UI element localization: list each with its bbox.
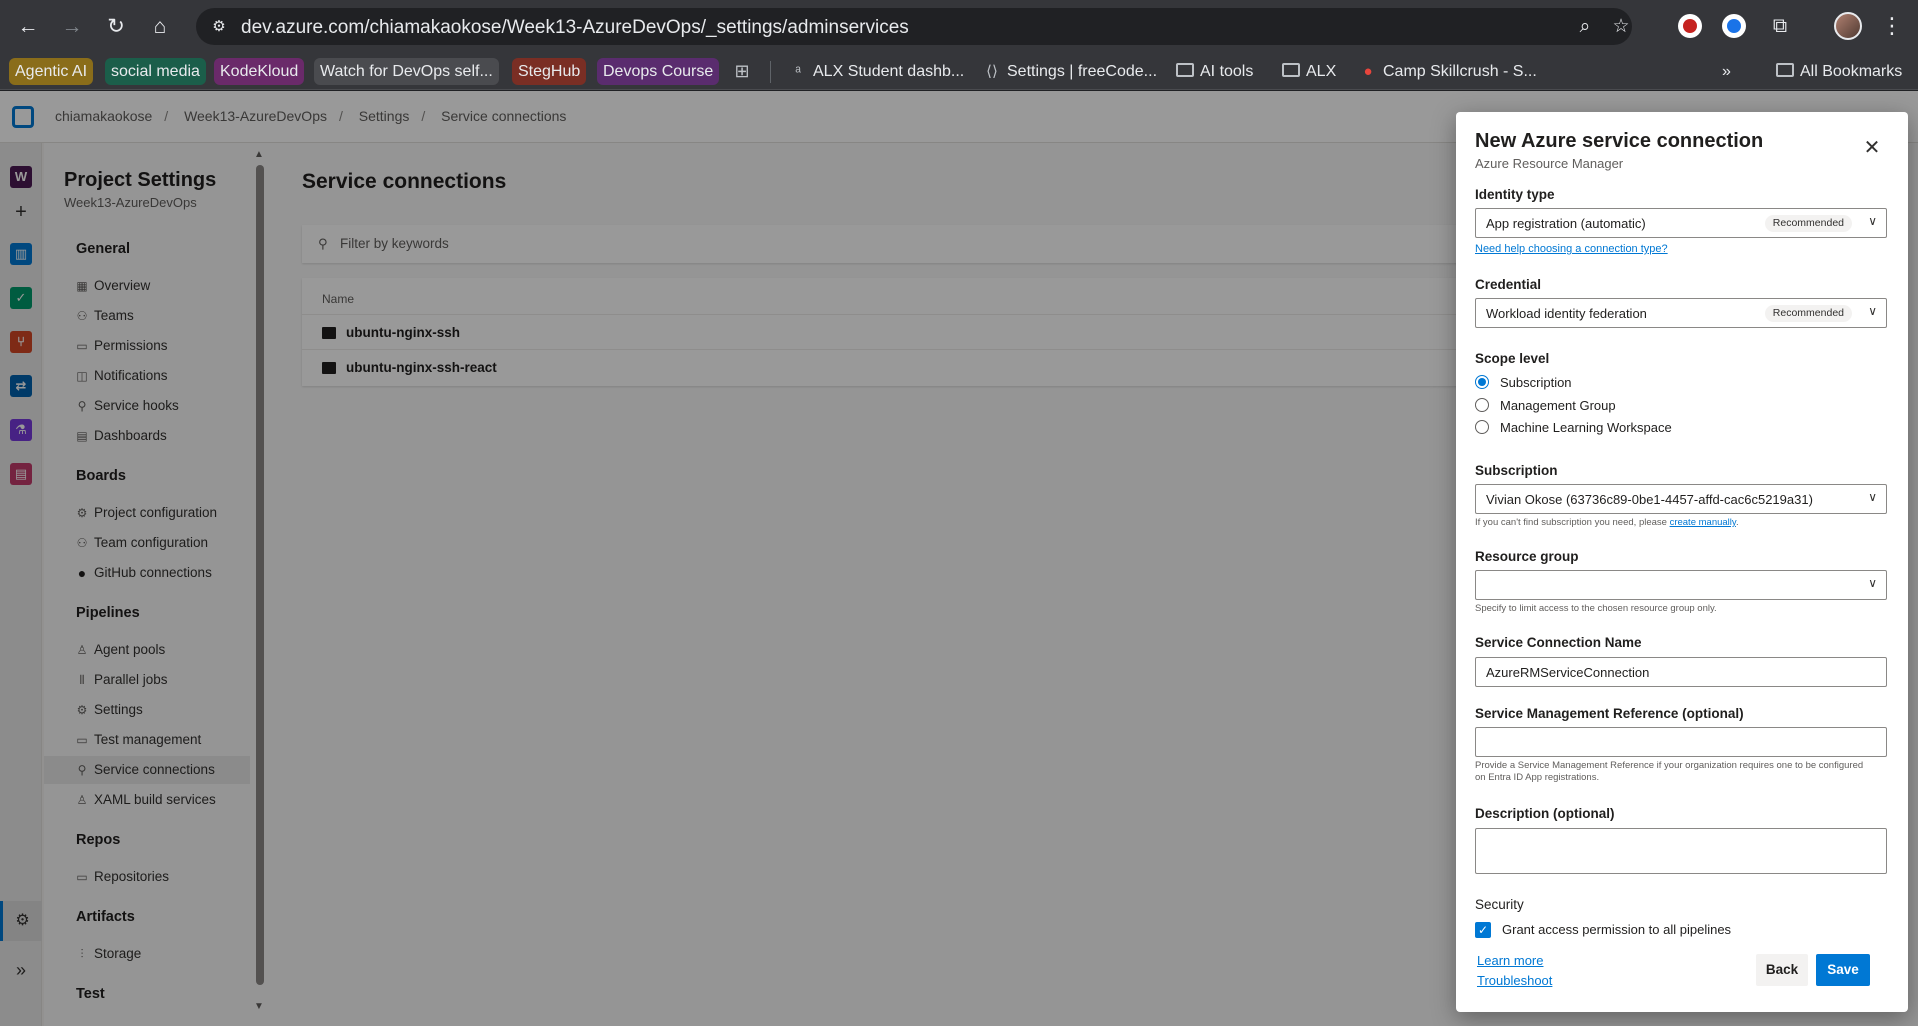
folder-icon: [1282, 63, 1300, 77]
scope-ml-workspace-radio[interactable]: Machine Learning Workspace: [1475, 420, 1672, 440]
bookmark-kodekloud[interactable]: KodeKloud: [214, 58, 305, 85]
chevron-down-icon: ∨: [1868, 304, 1877, 318]
site-info-icon[interactable]: ⚙: [208, 16, 230, 38]
subscription-dropdown[interactable]: Vivian Okose (63736c89-0be1-4457-affd-ca…: [1475, 484, 1887, 514]
zoom-icon[interactable]: ⌕: [1572, 14, 1598, 40]
grant-access-label[interactable]: Grant access permission to all pipelines: [1502, 922, 1731, 937]
credential-label: Credential: [1475, 277, 1542, 292]
scope-subscription-radio[interactable]: Subscription: [1475, 375, 1572, 395]
bookmark-alx-student[interactable]: ᵃ ALX Student dashb...: [782, 58, 970, 85]
url-text[interactable]: dev.azure.com/chiamakaokose/Week13-Azure…: [241, 17, 909, 39]
identity-type-label: Identity type: [1475, 187, 1555, 202]
bookmark-star-icon[interactable]: ☆: [1608, 14, 1634, 40]
bookmark-separator: [770, 61, 771, 83]
create-manually-link[interactable]: create manually: [1670, 517, 1736, 528]
home-icon[interactable]: ⌂: [144, 11, 176, 43]
resource-group-label: Resource group: [1475, 549, 1579, 564]
connection-name-label: Service Connection Name: [1475, 635, 1642, 650]
subscription-help: If you can't find subscription you need,…: [1475, 517, 1739, 528]
learn-more-link[interactable]: Learn more: [1477, 953, 1543, 968]
freecodecamp-icon: ⟨⟩: [986, 63, 998, 80]
skillcrush-icon: ●: [1363, 63, 1373, 80]
alx-icon: ᵃ: [795, 63, 801, 80]
radio-icon: [1475, 398, 1489, 412]
chevron-down-icon: ∨: [1868, 214, 1877, 228]
bookmark-freecodecamp[interactable]: ⟨⟩ Settings | freeCode...: [976, 58, 1163, 85]
folder-icon: [1176, 63, 1194, 77]
smr-input[interactable]: [1475, 727, 1887, 757]
chevron-down-icon: ∨: [1868, 576, 1877, 590]
profile-avatar[interactable]: [1834, 12, 1862, 40]
chrome-menu-icon[interactable]: ⋮: [1880, 12, 1904, 40]
radio-selected-icon: [1475, 375, 1489, 389]
close-icon[interactable]: ✕: [1858, 134, 1886, 162]
apps-grid-icon[interactable]: ⊞: [726, 58, 763, 85]
panel-subtitle: Azure Resource Manager: [1475, 156, 1624, 171]
browser-toolbar: ← → ↻ ⌂ ⚙ dev.azure.com/chiamakaokose/We…: [0, 0, 1918, 53]
identity-type-dropdown[interactable]: App registration (automatic) Recommended…: [1475, 208, 1887, 238]
back-arrow-icon[interactable]: ←: [12, 11, 44, 43]
bookmark-devops-course[interactable]: Devops Course: [597, 58, 720, 85]
smr-label: Service Management Reference (optional): [1475, 706, 1744, 721]
bookmark-skillcrush[interactable]: ● Camp Skillcrush - S...: [1352, 58, 1543, 85]
panel-title: New Azure service connection: [1475, 130, 1764, 152]
save-button[interactable]: Save: [1816, 954, 1870, 986]
resource-group-help: Specify to limit access to the chosen re…: [1475, 603, 1717, 614]
chevron-down-icon: ∨: [1868, 490, 1877, 504]
security-label: Security: [1475, 897, 1524, 912]
extensions-puzzle-icon[interactable]: ⧉: [1768, 14, 1792, 38]
new-service-connection-panel: New Azure service connection Azure Resou…: [1456, 112, 1908, 1012]
connection-name-input[interactable]: AzureRMServiceConnection: [1475, 657, 1887, 687]
description-textarea[interactable]: [1475, 828, 1887, 874]
back-button[interactable]: Back: [1756, 954, 1808, 986]
bookmark-social-media[interactable]: social media: [105, 58, 206, 85]
reload-icon[interactable]: ↻: [100, 11, 132, 43]
description-label: Description (optional): [1475, 806, 1615, 821]
bookmark-alx[interactable]: ALX: [1276, 58, 1342, 85]
grant-access-checkbox[interactable]: ✓: [1475, 922, 1491, 938]
bookmark-devops-self[interactable]: Watch for DevOps self...: [314, 58, 499, 85]
help-choosing-link[interactable]: Need help choosing a connection type?: [1475, 243, 1668, 255]
more-bookmarks-icon[interactable]: »: [1716, 58, 1737, 85]
resource-group-dropdown[interactable]: ∨: [1475, 570, 1887, 600]
bookmark-steghub[interactable]: StegHub: [512, 58, 587, 85]
radio-icon: [1475, 420, 1489, 434]
subscription-label: Subscription: [1475, 463, 1558, 478]
recommended-badge: Recommended: [1764, 305, 1852, 322]
troubleshoot-link[interactable]: Troubleshoot: [1477, 973, 1552, 988]
record-extension-icon[interactable]: [1678, 14, 1702, 38]
address-bar[interactable]: ⚙ dev.azure.com/chiamakaokose/Week13-Azu…: [196, 8, 1632, 45]
scope-management-group-radio[interactable]: Management Group: [1475, 398, 1616, 418]
all-bookmarks[interactable]: All Bookmarks: [1770, 58, 1908, 85]
recommended-badge: Recommended: [1764, 215, 1852, 232]
scope-level-label: Scope level: [1475, 351, 1550, 366]
forward-arrow-icon[interactable]: →: [56, 11, 88, 43]
bookmark-ai-tools[interactable]: AI tools: [1170, 58, 1259, 85]
folder-icon: [1776, 63, 1794, 77]
credential-dropdown[interactable]: Workload identity federation Recommended…: [1475, 298, 1887, 328]
smr-help: Provide a Service Management Reference i…: [1475, 760, 1864, 783]
bookmark-agentic-ai[interactable]: Agentic AI: [9, 58, 94, 85]
bookmarks-bar: Agentic AI social media KodeKloud Watch …: [0, 53, 1918, 90]
blue-extension-icon[interactable]: [1722, 14, 1746, 38]
